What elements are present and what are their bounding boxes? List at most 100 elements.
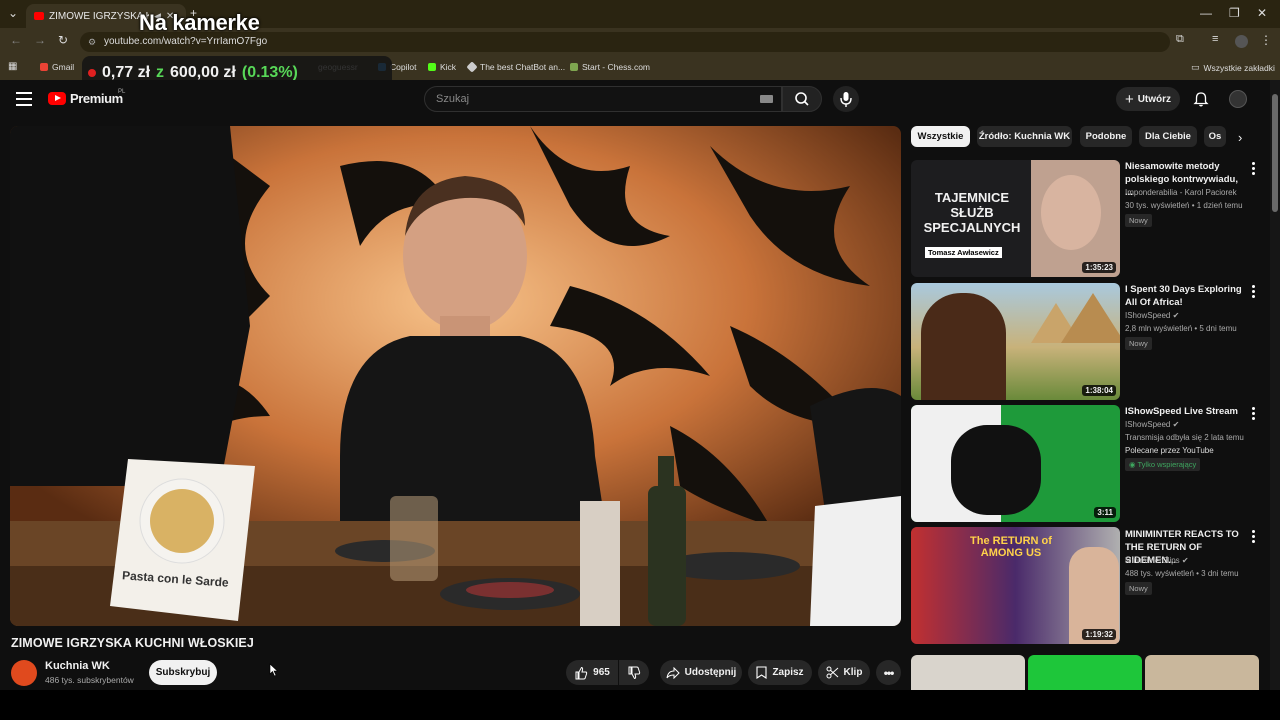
site-info-icon[interactable]: ⚙: [88, 32, 96, 52]
rec-channel-4[interactable]: MiniminterClips ✔: [1125, 556, 1265, 565]
search-icon: [795, 92, 809, 106]
logo-text: Premium: [70, 91, 123, 106]
rec-thumbnail-partial-1[interactable]: [911, 655, 1025, 690]
chip-all[interactable]: Wszystkie: [911, 126, 970, 147]
rec-menu-icon-3[interactable]: [1252, 407, 1255, 422]
close-window-icon[interactable]: ✕: [1257, 6, 1267, 20]
channel-subscriber-count: 486 tys. subskrybentów: [45, 675, 134, 685]
all-bookmarks[interactable]: ▭ Wszystkie zakładki: [1191, 62, 1275, 73]
duration-badge: 1:35:23: [1082, 262, 1116, 273]
hamburger-menu-icon[interactable]: [16, 92, 32, 106]
media-icon[interactable]: ≡: [1212, 33, 1218, 45]
chips-next-icon[interactable]: ›: [1238, 130, 1242, 145]
browser-menu-icon[interactable]: ⋮: [1260, 33, 1272, 47]
chip-source[interactable]: Źródło: Kuchnia WK: [977, 126, 1072, 147]
rec-thumbnail-partial-3[interactable]: [1145, 655, 1259, 690]
verified-icon: ✔: [1181, 556, 1189, 565]
search-input[interactable]: Szukaj: [424, 86, 782, 112]
bookmark-gmail[interactable]: Gmail: [40, 62, 74, 72]
rec-badge-1: Nowy: [1125, 214, 1152, 227]
members-icon: ◉: [1129, 460, 1136, 469]
rec-meta-2: 2,8 mln wyświetleń • 5 dni temu: [1125, 324, 1237, 333]
minimize-icon[interactable]: —: [1200, 6, 1212, 20]
verified-icon: ✔: [1172, 311, 1180, 320]
chatbot-icon: [466, 61, 478, 73]
video-title: ZIMOWE IGRZYSKA KUCHNI WŁOSKIEJ: [11, 636, 254, 650]
rec-thumbnail-2[interactable]: 1:38:04: [911, 283, 1120, 400]
rec-menu-icon-4[interactable]: [1252, 530, 1255, 545]
thumb-person: [921, 293, 1006, 400]
thumb-sub: Tomasz Awłasewicz: [925, 247, 1002, 258]
rec-menu-icon-1[interactable]: [1252, 162, 1255, 177]
chip-for-you[interactable]: Dla Ciebie: [1139, 126, 1197, 147]
rec-thumbnail-partial-2[interactable]: [1028, 655, 1142, 690]
rec-menu-icon-2[interactable]: [1252, 285, 1255, 300]
thumb-text: TAJEMNICE SŁUŻB SPECJALNYCH: [923, 190, 1021, 235]
rec-channel-1[interactable]: Imponderabilia - Karol Paciorek: [1125, 188, 1265, 197]
thumbs-down-icon: [628, 666, 641, 679]
rec-badge-4: Nowy: [1125, 582, 1152, 595]
share-icon: [666, 666, 680, 679]
back-icon[interactable]: ←: [10, 33, 22, 47]
share-button[interactable]: Udostępnij: [660, 660, 742, 685]
clip-button[interactable]: Klip: [818, 660, 870, 685]
extensions-icon[interactable]: ⧉: [1176, 33, 1184, 46]
microphone-icon: [840, 92, 852, 107]
rec-thumbnail-4[interactable]: The RETURN of AMONG US 1:19:32: [911, 527, 1120, 644]
scissors-icon: [826, 666, 838, 679]
rec-thumbnail-1[interactable]: TAJEMNICE SŁUŻB SPECJALNYCH Tomasz Awłas…: [911, 160, 1120, 277]
url-text: youtube.com/watch?v=YrrIamO7Fgo: [104, 36, 268, 47]
chess-icon: [570, 63, 578, 71]
rec-title-2[interactable]: I Spent 30 Days Exploring All Of Africa!: [1125, 283, 1245, 309]
forward-icon[interactable]: →: [34, 33, 46, 47]
rec-badge-2: Nowy: [1125, 337, 1152, 350]
create-button[interactable]: + Utwórz: [1116, 87, 1180, 111]
bookmark-icon: [756, 666, 767, 679]
rec-thumbnail-3[interactable]: 3:11: [911, 405, 1120, 522]
reload-icon[interactable]: ↻: [58, 33, 68, 47]
more-actions-button[interactable]: •••: [876, 660, 901, 685]
youtube-favicon-icon: [34, 12, 44, 20]
notifications-bell-icon[interactable]: [1193, 91, 1209, 107]
like-button[interactable]: 965: [566, 660, 618, 685]
logo-country: PL: [118, 89, 126, 95]
kick-icon: [428, 63, 436, 71]
apps-grid-icon[interactable]: ▦: [8, 61, 17, 72]
bookmark-chess[interactable]: Start - Chess.com: [570, 62, 650, 72]
keyboard-icon[interactable]: [760, 95, 773, 103]
rec-channel-2[interactable]: IShowSpeed ✔: [1125, 311, 1265, 320]
youtube-premium-logo[interactable]: Premium PL: [48, 89, 126, 106]
dislike-button[interactable]: [619, 660, 649, 685]
chip-more[interactable]: Os: [1204, 126, 1226, 147]
rec-members-3: ◉ Tylko wspierający: [1125, 458, 1201, 471]
bookmark-kick[interactable]: Kick: [428, 62, 456, 72]
save-button[interactable]: Zapisz: [748, 660, 812, 685]
scrollbar-thumb[interactable]: [1272, 94, 1278, 212]
rec-meta-3: Transmisja odbyła się 2 lata temu: [1125, 433, 1244, 442]
pyramid-shape: [1061, 293, 1120, 343]
account-avatar[interactable]: [1229, 90, 1247, 108]
subscribe-button[interactable]: Subskrybuj: [149, 660, 217, 685]
camera-overlay-label: Na kamerke: [139, 10, 260, 35]
profile-icon[interactable]: [1235, 35, 1248, 48]
maximize-icon[interactable]: ❐: [1229, 6, 1240, 20]
live-dot-icon: [88, 69, 96, 77]
duration-badge: 1:38:04: [1082, 385, 1116, 396]
duration-badge: 3:11: [1094, 507, 1116, 518]
bookmark-chatbot[interactable]: The best ChatBot an...: [466, 61, 565, 73]
channel-name[interactable]: Kuchnia WK: [45, 660, 110, 672]
duration-badge: 1:19:32: [1082, 629, 1116, 640]
voice-search-button[interactable]: [833, 86, 859, 112]
thumb-shadow: [951, 425, 1041, 515]
verified-icon: ✔: [1172, 420, 1180, 429]
gmail-icon: [40, 63, 48, 71]
rec-channel-3[interactable]: IShowSpeed ✔: [1125, 420, 1265, 429]
video-player[interactable]: Pasta con le Sarde: [10, 126, 901, 626]
rec-title-3[interactable]: IShowSpeed Live Stream: [1125, 405, 1245, 418]
thumb-head: [1041, 175, 1101, 250]
channel-avatar[interactable]: [11, 660, 37, 686]
tab-search-icon[interactable]: ⌄: [8, 6, 18, 20]
search-button[interactable]: [782, 86, 822, 112]
tab-title: ZIMOWE IGRZYSKA KUCHN: [49, 10, 149, 22]
chip-related[interactable]: Podobne: [1080, 126, 1132, 147]
